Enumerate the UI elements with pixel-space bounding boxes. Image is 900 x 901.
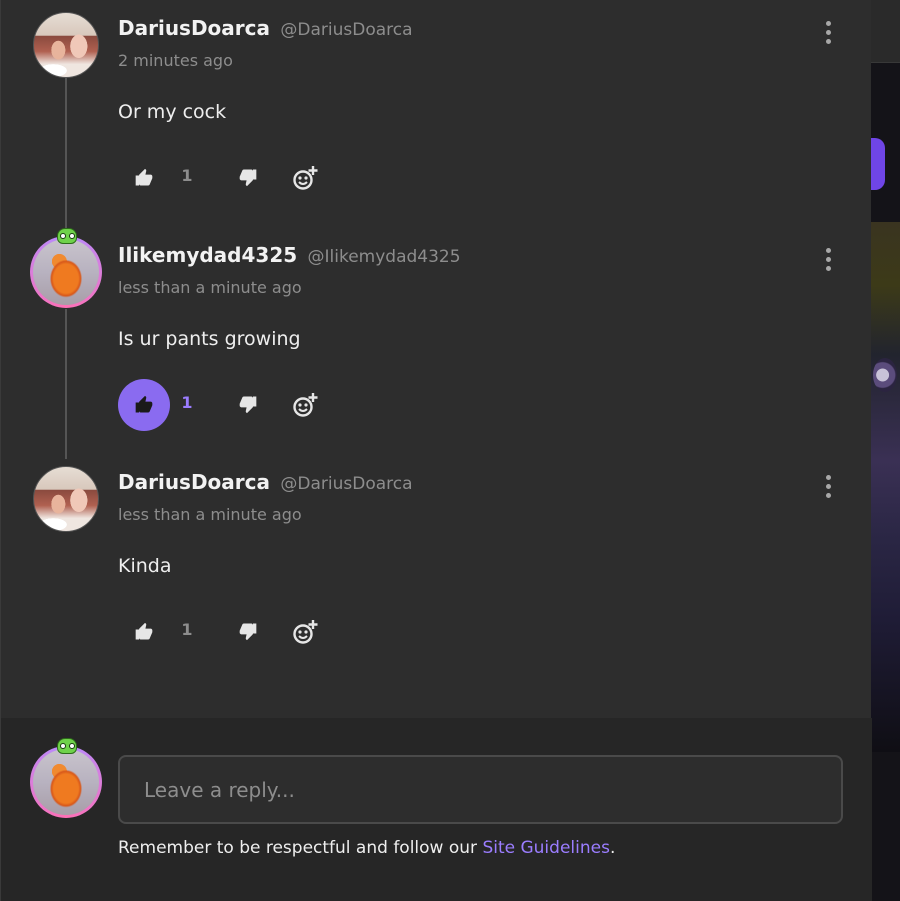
comment-text: Is ur pants growing [118, 328, 301, 350]
like-count: 1 [181, 620, 193, 639]
comments-panel: DariusDoarca @DariusDoarca 2 minutes ago… [0, 0, 872, 901]
avatar[interactable] [30, 228, 102, 308]
author-name[interactable]: DariusDoarca [118, 16, 270, 40]
author-handle: @DariusDoarca [280, 20, 413, 40]
thumbs-down-icon [239, 623, 257, 641]
dislike-button[interactable] [233, 162, 263, 192]
like-count: 1 [181, 393, 193, 412]
background-strip [871, 0, 900, 901]
comment-timestamp: less than a minute ago [118, 278, 302, 297]
more-vertical-icon [825, 265, 831, 271]
add-reaction-button[interactable] [289, 616, 321, 648]
like-count: 1 [181, 166, 193, 185]
like-button[interactable] [118, 152, 170, 204]
thumbs-up-icon [135, 395, 153, 413]
more-vertical-icon [825, 29, 831, 35]
current-user-avatar [30, 738, 102, 818]
thumbs-down-icon [239, 396, 257, 414]
comment-author: Ilikemydad4325 @Ilikemydad4325 [118, 243, 461, 267]
thumbs-up-icon [135, 168, 153, 186]
author-name[interactable]: Ilikemydad4325 [118, 243, 297, 267]
comment: Ilikemydad4325 @Ilikemydad4325 less than… [1, 227, 872, 447]
more-vertical-icon [825, 20, 831, 26]
guidelines-suffix: . [609, 838, 616, 858]
frog-badge-icon [57, 738, 77, 754]
comment-text: Or my cock [118, 101, 227, 123]
more-vertical-icon [825, 474, 831, 480]
add-reaction-icon [293, 166, 318, 190]
guidelines-note: Remember to be respectful and follow our… [118, 838, 615, 858]
reply-input[interactable] [118, 755, 843, 824]
more-options-button[interactable] [815, 18, 841, 46]
more-vertical-icon [825, 256, 831, 262]
background-accent-button [871, 138, 885, 190]
like-button[interactable] [118, 606, 170, 658]
author-name[interactable]: DariusDoarca [118, 470, 270, 494]
dislike-button[interactable] [233, 389, 263, 419]
dislike-button[interactable] [233, 616, 263, 646]
background-artwork [871, 222, 900, 752]
more-vertical-icon [825, 247, 831, 253]
comment: DariusDoarca @DariusDoarca less than a m… [1, 454, 872, 674]
guidelines-prefix: Remember to be respectful and follow our [118, 838, 483, 858]
add-reaction-button[interactable] [289, 162, 321, 194]
comment-author: DariusDoarca @DariusDoarca [118, 470, 413, 494]
comment-text: Kinda [118, 555, 172, 577]
comment-timestamp: less than a minute ago [118, 505, 302, 524]
author-handle: @Ilikemydad4325 [307, 247, 461, 267]
more-options-button[interactable] [815, 245, 841, 273]
site-guidelines-link[interactable]: Site Guidelines [482, 838, 610, 858]
like-button[interactable] [118, 379, 170, 431]
add-reaction-icon [293, 620, 318, 644]
author-handle: @DariusDoarca [280, 474, 413, 494]
thumbs-down-icon [239, 169, 257, 187]
add-reaction-icon [293, 393, 318, 417]
comment-timestamp: 2 minutes ago [118, 51, 233, 70]
avatar-image [33, 239, 99, 305]
background-tabbar [871, 0, 900, 63]
add-reaction-button[interactable] [289, 389, 321, 421]
avatar-image [33, 749, 99, 815]
more-options-button[interactable] [815, 472, 841, 500]
more-vertical-icon [825, 492, 831, 498]
avatar[interactable] [33, 12, 99, 78]
more-vertical-icon [825, 38, 831, 44]
more-vertical-icon [825, 483, 831, 489]
thumbs-up-icon [135, 622, 153, 640]
background-artwork-eye [873, 358, 897, 392]
comment: DariusDoarca @DariusDoarca 2 minutes ago… [1, 0, 872, 220]
frog-badge-icon [57, 228, 77, 244]
comment-author: DariusDoarca @DariusDoarca [118, 16, 413, 40]
avatar[interactable] [33, 466, 99, 532]
